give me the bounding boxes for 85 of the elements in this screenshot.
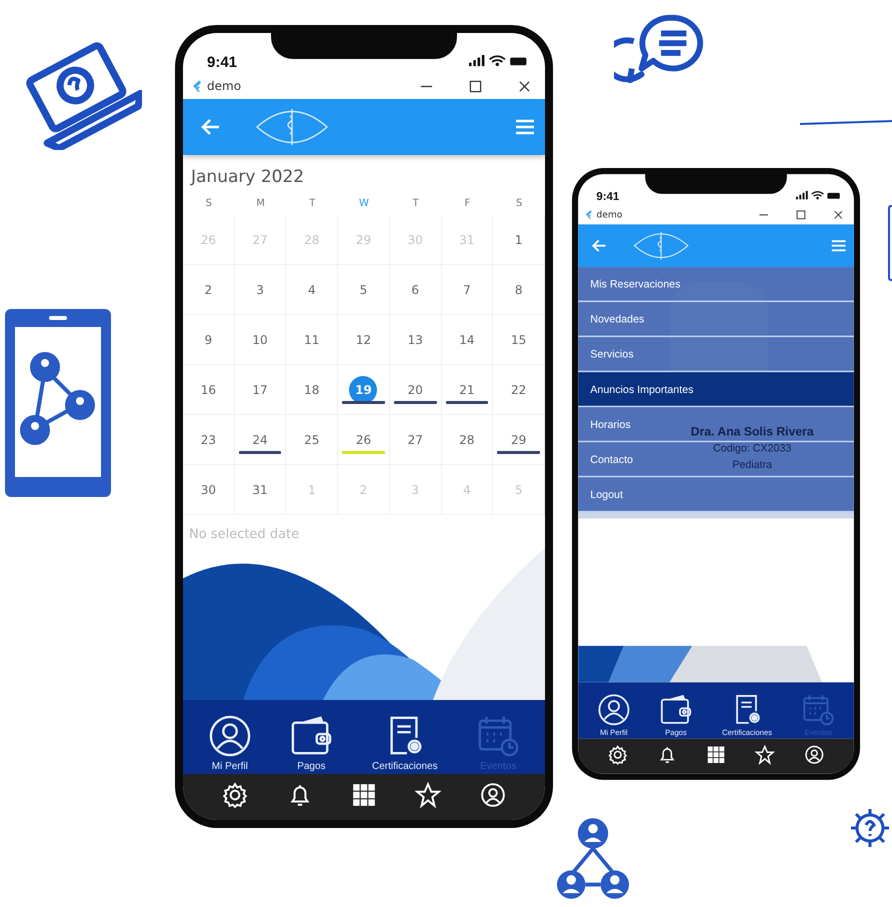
calendar-day[interactable]: 31 (246, 476, 274, 504)
weekday-label: S (514, 197, 524, 211)
calendar-day[interactable]: 30 (194, 476, 222, 504)
window-title: demo (596, 209, 622, 220)
weekday-label: W (358, 197, 370, 211)
phone-network-icon (5, 309, 111, 497)
calendar-day[interactable]: 29 (504, 426, 533, 454)
logo-drawing (632, 230, 690, 262)
calendar-day[interactable]: 16 (194, 376, 222, 404)
calendar-day[interactable]: 1 (504, 226, 533, 254)
calendar-day[interactable]: 24 (246, 426, 274, 454)
calendar-day[interactable]: 18 (298, 376, 326, 404)
back-arrow-icon[interactable] (592, 238, 608, 254)
bottom-tab[interactable]: Certificaciones (372, 715, 438, 772)
maximize-icon[interactable] (469, 80, 482, 92)
calendar-day[interactable]: 19 (349, 376, 378, 404)
menu-icon[interactable] (831, 238, 846, 254)
grid-icon[interactable] (350, 782, 377, 808)
calendar-day[interactable]: 10 (246, 326, 274, 354)
calendar-day[interactable]: 3 (246, 276, 274, 304)
doctor-name: Dra. Ana Solis Rivera (690, 426, 814, 440)
doctor-specialty: Pediatra (732, 457, 772, 473)
close-icon[interactable] (833, 210, 844, 220)
user-icon[interactable] (480, 782, 506, 808)
maximize-icon[interactable] (796, 210, 806, 220)
calendar-day[interactable]: 5 (349, 276, 378, 304)
doctor-code: Codigo: CX2033 (713, 440, 792, 456)
back-arrow-icon[interactable] (201, 117, 221, 137)
menu-item[interactable]: Mis Reservaciones (578, 267, 854, 302)
settings-icon[interactable] (608, 744, 628, 765)
calendar-day[interactable]: 8 (504, 276, 533, 304)
weekday-label: F (464, 197, 472, 211)
calendar-day[interactable]: 17 (246, 376, 274, 404)
person-icon (208, 715, 251, 757)
gear-question-icon (848, 806, 892, 850)
weekday-label: T (308, 197, 316, 211)
close-icon[interactable] (518, 80, 531, 92)
calendar-day[interactable]: 28 (452, 426, 481, 454)
status-icons (796, 190, 842, 200)
calendar-day[interactable]: 27 (401, 426, 430, 454)
user-icon[interactable] (804, 744, 824, 765)
calendar-day[interactable]: 6 (401, 276, 430, 304)
calendar-day[interactable]: 23 (194, 426, 222, 454)
calendar-day[interactable]: 15 (504, 326, 533, 354)
bell-icon[interactable] (657, 744, 677, 765)
calendar-clock-icon (477, 715, 520, 757)
month-title: January 2022 (189, 166, 306, 189)
calendar-day[interactable]: 9 (194, 326, 222, 354)
menu-item[interactable]: Anuncios Importantes (578, 372, 854, 408)
grid-icon[interactable] (706, 744, 726, 765)
weekday-label: S (204, 197, 214, 211)
settings-icon[interactable] (222, 782, 248, 808)
status-time: 9:41 (596, 190, 620, 204)
person-icon (598, 694, 630, 726)
calendar-day[interactable]: 13 (401, 326, 430, 354)
bottom-tab[interactable]: Pagos (290, 715, 332, 772)
calendar-day[interactable]: 7 (452, 276, 481, 304)
menu-icon[interactable] (515, 117, 535, 137)
calendar-day[interactable]: 21 (452, 376, 481, 404)
weekday-label: M (255, 197, 266, 211)
weekday-label: T (412, 197, 420, 211)
app-logo-icon (586, 210, 592, 220)
menu-item[interactable]: Novedades (578, 302, 854, 338)
status-time: 9:41 (207, 54, 238, 71)
empty-message: No selected date (188, 526, 300, 544)
app-logo-icon (193, 80, 201, 92)
window-title: demo (207, 79, 242, 93)
calendar-day[interactable]: 22 (504, 376, 533, 404)
calendar-day[interactable]: 25 (298, 426, 326, 454)
calendar-day[interactable]: 14 (452, 326, 481, 354)
star-icon[interactable] (755, 744, 775, 765)
calendar-day[interactable]: 4 (298, 276, 326, 304)
menu-item[interactable]: Servicios (578, 337, 854, 372)
calendar-day[interactable]: 2 (194, 276, 222, 304)
bottom-tab[interactable]: Mi Perfil (208, 715, 251, 772)
wallet-icon (290, 715, 332, 757)
status-icons (469, 55, 529, 67)
star-icon[interactable] (415, 782, 442, 808)
calendar-day[interactable]: 26 (349, 426, 378, 454)
calendar-clock-icon (802, 694, 834, 726)
calendar-day[interactable]: 11 (298, 326, 326, 354)
calendar-day[interactable]: 20 (401, 376, 430, 404)
wallet-icon (660, 694, 692, 726)
calendar-day[interactable]: 12 (349, 326, 378, 354)
menu-item[interactable]: Logout (578, 477, 854, 512)
